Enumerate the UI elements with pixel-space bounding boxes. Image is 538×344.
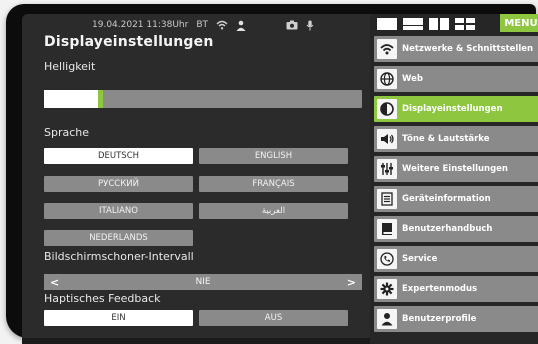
- nav-item-label: Töne & Lautstärke: [402, 134, 490, 144]
- nav-item-label: Geräteinformation: [402, 194, 491, 204]
- haptic-label: Haptisches Feedback: [44, 292, 161, 305]
- nav-item-label: Web: [402, 74, 423, 84]
- brightness-thumb[interactable]: [98, 90, 103, 108]
- settings-panel: 19.04.2021 11:38Uhr BT Displayeinstellun…: [22, 14, 370, 344]
- user-profile-icon: [377, 309, 397, 329]
- nav-item-label: Displayeinstellungen: [402, 104, 503, 114]
- language-option-english[interactable]: ENGLISH: [199, 148, 348, 164]
- nav-item-displayeinstellungen[interactable]: Displayeinstellungen: [374, 96, 538, 122]
- nav-item-label: Benutzerhandbuch: [402, 224, 493, 234]
- language-option-arabic[interactable]: العربية: [199, 203, 348, 219]
- phone-icon: [377, 249, 397, 269]
- globe-icon: [377, 69, 397, 89]
- view-single-icon[interactable]: [376, 18, 398, 30]
- device-frame: 19.04.2021 11:38Uhr BT Displayeinstellun…: [6, 4, 538, 344]
- chevron-right-icon[interactable]: >: [347, 276, 356, 289]
- nav-item-toene[interactable]: Töne & Lautstärke: [374, 126, 538, 152]
- brightness-slider[interactable]: [44, 90, 362, 108]
- nav-item-label: Weitere Einstellungen: [402, 164, 508, 174]
- view-grid-icon[interactable]: [454, 18, 476, 30]
- view-list-icon[interactable]: [402, 18, 424, 30]
- haptic-off-button[interactable]: AUS: [199, 310, 348, 326]
- language-option-russian[interactable]: РУССКИЙ: [44, 176, 193, 192]
- status-bar: 19.04.2021 11:38Uhr BT: [92, 17, 314, 33]
- nav-item-service[interactable]: Service: [374, 246, 538, 272]
- nav-item-netzwerke[interactable]: Netzwerke & Schnittstellen: [374, 36, 538, 62]
- wifi-icon: [216, 20, 228, 30]
- language-option-dutch[interactable]: NEDERLANDS: [44, 230, 193, 246]
- nav-item-weitere[interactable]: Weitere Einstellungen: [374, 156, 538, 182]
- language-option-french[interactable]: FRANÇAIS: [199, 176, 348, 192]
- nav-item-label: Benutzerprofile: [402, 314, 477, 324]
- book-icon: [377, 219, 397, 239]
- brightness-fill: [44, 90, 98, 108]
- wifi-icon: [377, 39, 397, 59]
- nav-item-label: Netzwerke & Schnittstellen: [402, 44, 534, 54]
- nav-item-benutzerprofile[interactable]: Benutzerprofile: [374, 306, 538, 332]
- haptic-on-button[interactable]: EIN: [44, 310, 193, 326]
- sliders-icon: [377, 159, 397, 179]
- screensaver-label: Bildschirmschoner-Intervall: [44, 250, 194, 263]
- bluetooth-label: BT: [196, 20, 208, 30]
- person-icon: [236, 20, 246, 31]
- nav-item-benutzerhandbuch[interactable]: Benutzerhandbuch: [374, 216, 538, 242]
- nav-item-label: Service: [402, 254, 438, 264]
- brightness-label: Helligkeit: [44, 60, 96, 73]
- document-icon: [377, 189, 397, 209]
- microphone-icon: [306, 20, 314, 31]
- language-option-italian[interactable]: ITALIANO: [44, 203, 193, 219]
- language-option-deutsch[interactable]: DEUTSCH: [44, 148, 193, 164]
- page-title: Displayeinstellungen: [44, 34, 214, 50]
- speaker-icon: [377, 129, 397, 149]
- navigation-panel: MENU Netzwerke & Schnittstellen Web Disp…: [370, 14, 538, 344]
- bottom-edge: [22, 338, 370, 344]
- screensaver-selector: < NIE >: [44, 274, 362, 290]
- screensaver-value: NIE: [195, 277, 211, 287]
- nav-item-geraeteinformation[interactable]: Geräteinformation: [374, 186, 538, 212]
- camera-icon: [286, 20, 298, 30]
- nav-item-expertenmodus[interactable]: Expertenmodus: [374, 276, 538, 302]
- view-columns-icon[interactable]: [428, 18, 450, 30]
- menu-button[interactable]: MENU: [500, 14, 538, 32]
- datetime: 19.04.2021 11:38Uhr: [92, 20, 189, 30]
- language-label: Sprache: [44, 126, 90, 139]
- nav-item-label: Expertenmodus: [402, 284, 478, 294]
- nav-item-web[interactable]: Web: [374, 66, 538, 92]
- contrast-icon: [377, 99, 397, 119]
- screen: 19.04.2021 11:38Uhr BT Displayeinstellun…: [22, 14, 538, 344]
- gear-icon: [377, 279, 397, 299]
- chevron-left-icon[interactable]: <: [50, 276, 59, 289]
